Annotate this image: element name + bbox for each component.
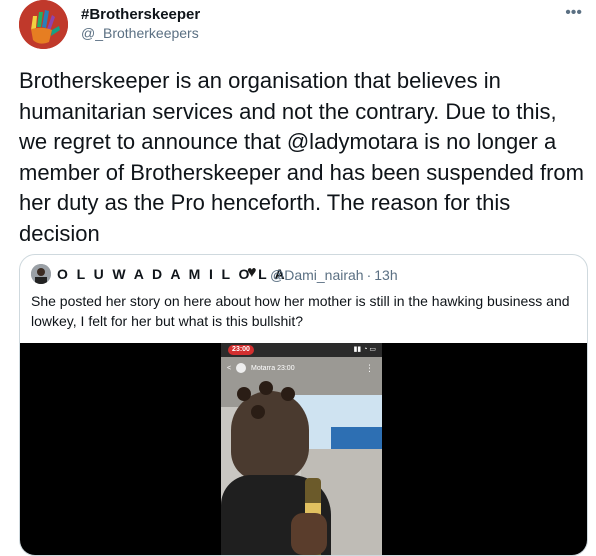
quoted-handle[interactable]: @Dami_nairah	[270, 267, 364, 283]
quoted-handle-time: @Dami_nairah · 13h	[270, 267, 398, 283]
quoted-time[interactable]: 13h	[374, 267, 397, 283]
background-building	[331, 427, 382, 449]
person-hand	[291, 513, 327, 555]
hair-knot	[237, 387, 251, 401]
quoted-tweet[interactable]: O L U W A D A M I L O L A ♥ @Dami_nairah…	[19, 254, 588, 556]
hand-logo-icon	[19, 0, 68, 49]
story-user: Motarra	[251, 364, 276, 372]
avatar[interactable]	[19, 0, 68, 49]
story-time: 23:00	[277, 364, 295, 372]
display-name[interactable]: #Brotherskeeper	[81, 6, 200, 23]
story-avatar	[236, 363, 247, 373]
separator-dot: ·	[366, 267, 372, 283]
user-handle[interactable]: @_Brotherkeepers	[81, 25, 199, 41]
profile-photo-icon	[31, 264, 51, 284]
person-head	[231, 391, 309, 481]
quoted-tweet-text: She posted her story on here about how h…	[31, 293, 570, 329]
tweet-text: Brotherskeeper is an organisation that b…	[19, 68, 584, 246]
quoted-media-video[interactable]: 23:00 ▮▮ ◔ ▭ < Motarra 23:00 ⋮	[20, 343, 587, 555]
story-header: < Motarra 23:00	[227, 363, 295, 373]
more-options-icon[interactable]: •••	[565, 4, 582, 22]
phone-status-bar: 23:00 ▮▮ ◔ ▭	[221, 343, 382, 357]
signal-battery-icon: ▮▮ ◔ ▭	[353, 346, 376, 353]
back-arrow-icon: <	[227, 364, 232, 372]
hair-knot	[281, 387, 295, 401]
quoted-avatar[interactable]	[31, 264, 51, 284]
hair-knot	[259, 381, 273, 395]
black-heart-icon: ♥	[247, 264, 257, 281]
story-more-icon: ⋮	[365, 363, 374, 373]
status-time: 23:00	[228, 345, 254, 355]
hair-knot	[251, 405, 265, 419]
story-screenshot: 23:00 ▮▮ ◔ ▭ < Motarra 23:00 ⋮	[221, 343, 382, 555]
